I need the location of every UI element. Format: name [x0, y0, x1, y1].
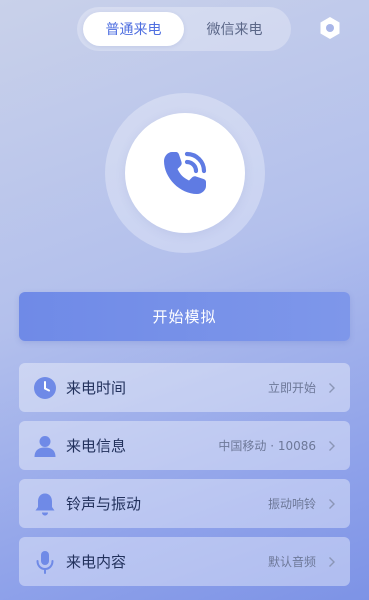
row-call-time[interactable]: 来电时间 立即开始: [19, 363, 350, 412]
chevron-right-icon: [328, 381, 338, 395]
chevron-right-icon: [328, 555, 338, 569]
chevron-right-icon: [328, 497, 338, 511]
call-type-tabs: 普通来电 微信来电: [77, 7, 291, 51]
tab-wechat-call[interactable]: 微信来电: [184, 12, 285, 46]
clock-icon: [32, 375, 58, 401]
person-icon: [32, 433, 58, 459]
settings-button[interactable]: [314, 12, 346, 44]
phone-call-icon: [164, 151, 207, 194]
row-ringtone-vibration[interactable]: 铃声与振动 振动响铃: [19, 479, 350, 528]
row-value: 立即开始: [267, 381, 316, 395]
bell-icon: [32, 491, 58, 517]
row-label: 铃声与振动: [66, 495, 142, 513]
row-value: 中国移动 · 10086: [218, 439, 316, 453]
row-value: 振动响铃: [267, 497, 316, 511]
row-label: 来电时间: [66, 379, 127, 397]
settings-icon: [320, 17, 340, 39]
row-label: 来电信息: [66, 437, 127, 455]
chevron-right-icon: [328, 439, 338, 453]
tab-normal-call[interactable]: 普通来电: [83, 12, 184, 46]
row-call-info[interactable]: 来电信息 中国移动 · 10086: [19, 421, 350, 470]
row-label: 来电内容: [66, 553, 127, 571]
start-simulation-button[interactable]: 开始模拟: [19, 292, 350, 341]
row-call-content[interactable]: 来电内容 默认音频: [19, 537, 350, 586]
microphone-icon: [32, 549, 58, 575]
row-value: 默认音频: [267, 555, 316, 569]
settings-list: 来电时间 立即开始 来电信息 中国移动 · 10086 铃声与振动 振动响铃 来…: [19, 363, 350, 595]
call-avatar[interactable]: [125, 113, 245, 233]
call-avatar-ring: [105, 93, 265, 253]
